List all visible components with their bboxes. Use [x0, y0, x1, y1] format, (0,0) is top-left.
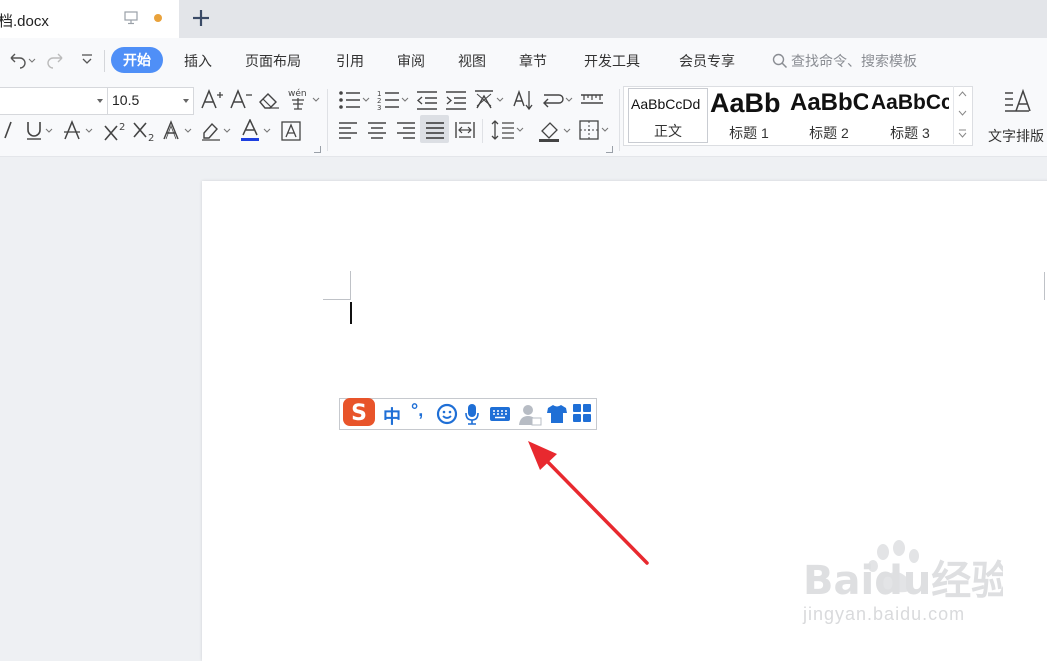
watermark-domain: jingyan.baidu.com [803, 604, 966, 624]
watermark-brand: Baidu经验 [803, 558, 1003, 604]
